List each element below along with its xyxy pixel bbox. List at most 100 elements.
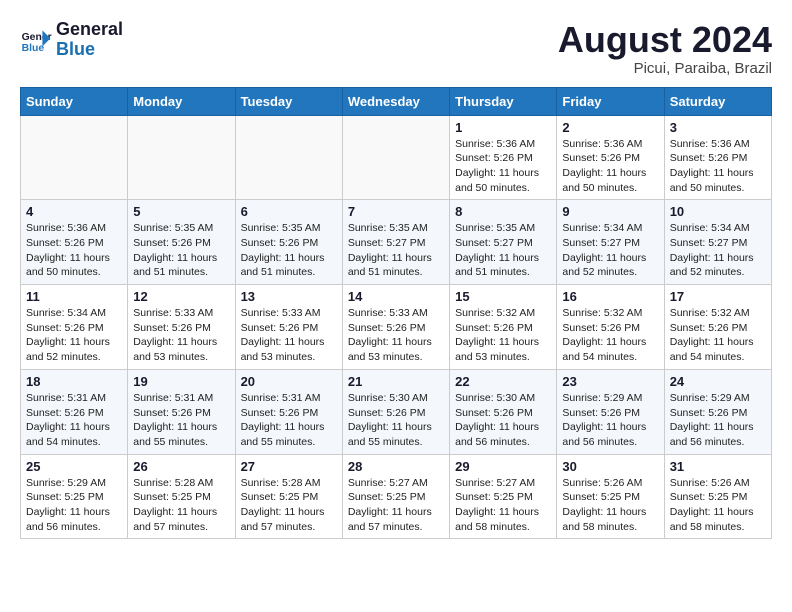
calendar-cell: 11 Sunrise: 5:34 AMSunset: 5:26 PMDayligh… [21,285,128,370]
weekday-header-sunday: Sunday [21,87,128,115]
location-subtitle: Picui, Paraiba, Brazil [558,60,772,77]
day-info: Sunrise: 5:35 AMSunset: 5:26 PMDaylight:… [241,221,337,280]
calendar-cell: 5Sunrise: 5:35 AMSunset: 5:26 PMDaylight… [128,200,235,285]
day-info: Sunrise: 5:35 AMSunset: 5:27 PMDaylight:… [455,221,551,280]
calendar-cell: 7Sunrise: 5:35 AMSunset: 5:27 PMDaylight… [342,200,449,285]
day-number: 2 [562,120,658,135]
calendar-cell: 15Sunrise: 5:32 AMSunset: 5:26 PMDayligh… [450,285,557,370]
calendar-cell: 10Sunrise: 5:34 AMSunset: 5:27 PMDayligh… [664,200,771,285]
day-number: 30 [562,459,658,474]
day-number: 24 [670,374,766,389]
calendar-cell: 17Sunrise: 5:32 AMSunset: 5:26 PMDayligh… [664,285,771,370]
day-info: Sunrise: 5:36 AMSunset: 5:26 PMDaylight:… [562,137,658,196]
calendar-week-2: 4 Sunrise: 5:36 AMSunset: 5:26 PMDaylight… [21,200,772,285]
day-number: 7 [348,204,444,219]
day-number: 14 [348,289,444,304]
day-number: 6 [241,204,337,219]
day-number: 10 [670,204,766,219]
calendar-cell [235,115,342,200]
day-info: Sunrise: 5:36 AMSunset: 5:26 PMDaylight:… [670,137,766,196]
calendar-cell: 31 Sunrise: 5:26 AMSunset: 5:25 PMDayligh… [664,454,771,539]
day-number: 20 [241,374,337,389]
calendar-cell: 4 Sunrise: 5:36 AMSunset: 5:26 PMDaylight… [21,200,128,285]
day-number: 31 [670,459,766,474]
day-number: 21 [348,374,444,389]
calendar-cell [342,115,449,200]
calendar-cell: 16 Sunrise: 5:32 AMSunset: 5:26 PMDayligh… [557,285,664,370]
calendar-cell: 12 Sunrise: 5:33 AMSunset: 5:26 PMDayligh… [128,285,235,370]
day-info: Sunrise: 5:27 AMSunset: 5:25 PMDaylight:… [455,476,551,535]
calendar-cell: 25 Sunrise: 5:29 AMSunset: 5:25 PMDayligh… [21,454,128,539]
day-info: Sunrise: 5:36 AMSunset: 5:26 PMDaylight:… [455,137,551,196]
calendar-week-4: 18Sunrise: 5:31 AMSunset: 5:26 PMDayligh… [21,369,772,454]
calendar-table: SundayMondayTuesdayWednesdayThursdayFrid… [20,87,772,540]
day-info: Sunrise: 5:34 AMSunset: 5:26 PMDaylight:… [26,306,122,365]
day-info: Sunrise: 5:26 AMSunset: 5:25 PMDaylight:… [562,476,658,535]
day-number: 5 [133,204,229,219]
day-number: 15 [455,289,551,304]
logo-name: General Blue [56,20,123,60]
calendar-cell: 28Sunrise: 5:27 AMSunset: 5:25 PMDayligh… [342,454,449,539]
month-title: August 2024 [558,20,772,60]
day-info: Sunrise: 5:34 AMSunset: 5:27 PMDaylight:… [562,221,658,280]
day-info: Sunrise: 5:26 AMSunset: 5:25 PMDaylight:… [670,476,766,535]
calendar-cell: 8Sunrise: 5:35 AMSunset: 5:27 PMDaylight… [450,200,557,285]
day-number: 26 [133,459,229,474]
day-info: Sunrise: 5:31 AMSunset: 5:26 PMDaylight:… [133,391,229,450]
calendar-cell: 29 Sunrise: 5:27 AMSunset: 5:25 PMDayligh… [450,454,557,539]
calendar-cell: 27 Sunrise: 5:28 AMSunset: 5:25 PMDayligh… [235,454,342,539]
day-info: Sunrise: 5:28 AMSunset: 5:25 PMDaylight:… [133,476,229,535]
calendar-cell: 21 Sunrise: 5:30 AMSunset: 5:26 PMDayligh… [342,369,449,454]
day-info: Sunrise: 5:28 AMSunset: 5:25 PMDaylight:… [241,476,337,535]
day-info: Sunrise: 5:33 AMSunset: 5:26 PMDaylight:… [133,306,229,365]
day-info: Sunrise: 5:33 AMSunset: 5:26 PMDaylight:… [241,306,337,365]
calendar-cell: 2 Sunrise: 5:36 AMSunset: 5:26 PMDaylight… [557,115,664,200]
svg-text:Blue: Blue [22,43,45,54]
day-number: 11 [26,289,122,304]
calendar-cell [128,115,235,200]
day-number: 4 [26,204,122,219]
day-number: 27 [241,459,337,474]
weekday-header-wednesday: Wednesday [342,87,449,115]
day-number: 25 [26,459,122,474]
day-info: Sunrise: 5:36 AMSunset: 5:26 PMDaylight:… [26,221,122,280]
calendar-cell: 30 Sunrise: 5:26 AMSunset: 5:25 PMDayligh… [557,454,664,539]
day-number: 12 [133,289,229,304]
day-number: 28 [348,459,444,474]
day-number: 19 [133,374,229,389]
day-number: 23 [562,374,658,389]
calendar-cell: 3 Sunrise: 5:36 AMSunset: 5:26 PMDaylight… [664,115,771,200]
calendar-cell: 13 Sunrise: 5:33 AMSunset: 5:26 PMDayligh… [235,285,342,370]
calendar-cell: 18Sunrise: 5:31 AMSunset: 5:26 PMDayligh… [21,369,128,454]
day-info: Sunrise: 5:29 AMSunset: 5:26 PMDaylight:… [562,391,658,450]
day-info: Sunrise: 5:30 AMSunset: 5:26 PMDaylight:… [348,391,444,450]
day-info: Sunrise: 5:31 AMSunset: 5:26 PMDaylight:… [241,391,337,450]
day-info: Sunrise: 5:30 AMSunset: 5:26 PMDaylight:… [455,391,551,450]
weekday-header-row: SundayMondayTuesdayWednesdayThursdayFrid… [21,87,772,115]
calendar-cell: 19 Sunrise: 5:31 AMSunset: 5:26 PMDayligh… [128,369,235,454]
weekday-header-monday: Monday [128,87,235,115]
day-number: 9 [562,204,658,219]
calendar-cell: 24 Sunrise: 5:29 AMSunset: 5:26 PMDayligh… [664,369,771,454]
day-info: Sunrise: 5:32 AMSunset: 5:26 PMDaylight:… [562,306,658,365]
calendar-cell: 9 Sunrise: 5:34 AMSunset: 5:27 PMDaylight… [557,200,664,285]
weekday-header-thursday: Thursday [450,87,557,115]
calendar-cell: 1 Sunrise: 5:36 AMSunset: 5:26 PMDaylight… [450,115,557,200]
page-header: General Blue General Blue August 2024 Pi… [20,20,772,77]
day-info: Sunrise: 5:29 AMSunset: 5:26 PMDaylight:… [670,391,766,450]
calendar-cell: 20 Sunrise: 5:31 AMSunset: 5:26 PMDayligh… [235,369,342,454]
weekday-header-tuesday: Tuesday [235,87,342,115]
calendar-week-3: 11 Sunrise: 5:34 AMSunset: 5:26 PMDayligh… [21,285,772,370]
calendar-cell: 26 Sunrise: 5:28 AMSunset: 5:25 PMDayligh… [128,454,235,539]
day-number: 13 [241,289,337,304]
day-number: 3 [670,120,766,135]
day-info: Sunrise: 5:29 AMSunset: 5:25 PMDaylight:… [26,476,122,535]
day-number: 16 [562,289,658,304]
calendar-week-5: 25 Sunrise: 5:29 AMSunset: 5:25 PMDayligh… [21,454,772,539]
calendar-cell: 23 Sunrise: 5:29 AMSunset: 5:26 PMDayligh… [557,369,664,454]
day-number: 1 [455,120,551,135]
logo-icon: General Blue [20,24,52,56]
day-number: 29 [455,459,551,474]
calendar-week-1: 1 Sunrise: 5:36 AMSunset: 5:26 PMDaylight… [21,115,772,200]
day-info: Sunrise: 5:31 AMSunset: 5:26 PMDaylight:… [26,391,122,450]
